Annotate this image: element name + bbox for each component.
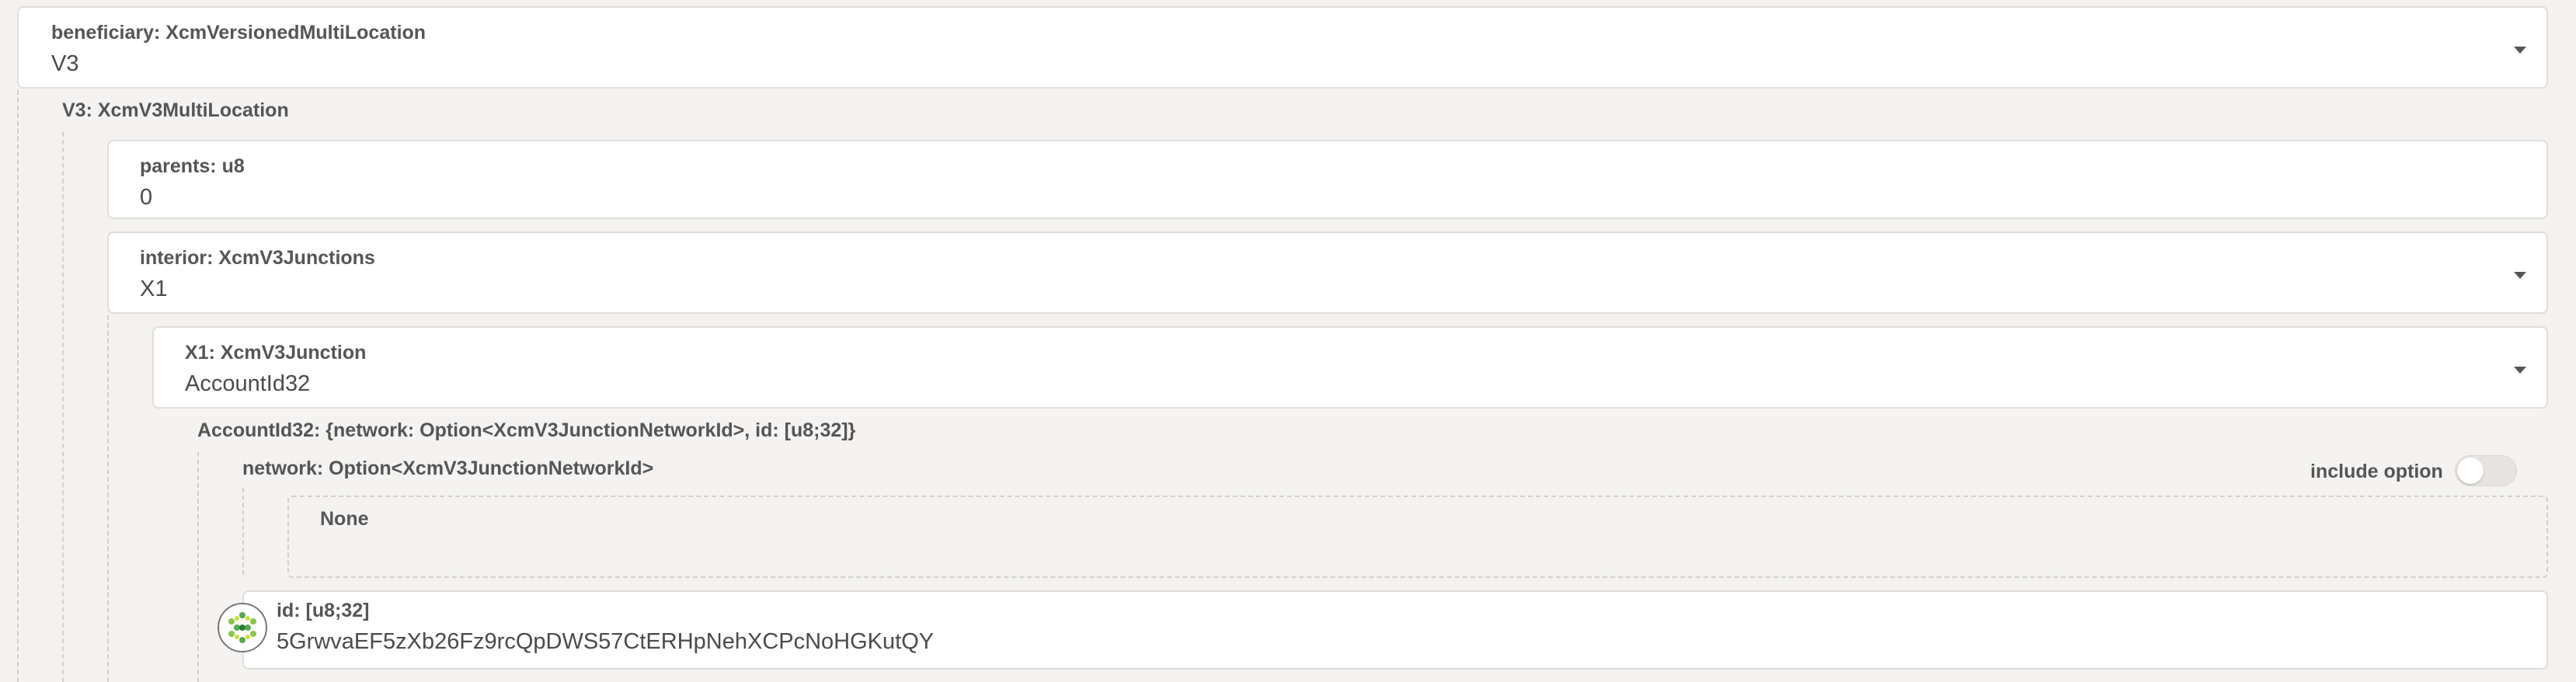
identicon-graphic (221, 606, 264, 649)
id-label: id: [u8;32] (277, 600, 370, 621)
chevron-down-icon[interactable] (2514, 272, 2526, 279)
id-field[interactable]: id: [u8;32] 5GrwvaEF5zXb26Fz9rcQpDWS57Ct… (242, 590, 2548, 670)
x1-value: AccountId32 (185, 371, 311, 396)
none-label: None (320, 508, 369, 530)
include-option-toggle[interactable] (2455, 455, 2517, 486)
beneficiary-dropdown[interactable]: beneficiary: XcmVersionedMultiLocation V… (17, 6, 2548, 89)
beneficiary-label: beneficiary: XcmVersionedMultiLocation (51, 22, 426, 43)
include-option-label: include option (2310, 461, 2443, 482)
network-label: network: Option<XcmV3JunctionNetworkId> (242, 458, 654, 479)
id-value: 5GrwvaEF5zXb26Fz9rcQpDWS57CtERHpNehXCPcN… (277, 629, 935, 654)
v3-group-label: V3: XcmV3MultiLocation (62, 99, 289, 121)
v3-guide-line (17, 90, 19, 682)
interior-dropdown[interactable]: interior: XcmV3Junctions X1 (107, 231, 2548, 314)
parents-field[interactable]: parents: u8 0 (107, 140, 2548, 219)
interior-guide-line (107, 315, 109, 682)
extrinsic-param-form: beneficiary: XcmVersionedMultiLocation V… (0, 0, 2576, 682)
accountid32-group-label: AccountId32: {network: Option<XcmV3Junct… (197, 419, 856, 441)
parents-value: 0 (140, 185, 153, 210)
x1-label: X1: XcmV3Junction (185, 342, 367, 364)
accountid32-guide-line (197, 452, 199, 682)
parents-label: parents: u8 (140, 155, 245, 177)
beneficiary-value: V3 (51, 51, 79, 76)
network-none-box: None (287, 496, 2548, 578)
chevron-down-icon[interactable] (2514, 47, 2526, 54)
network-guide-line (242, 488, 244, 575)
interior-value: X1 (140, 277, 168, 301)
x1-dropdown[interactable]: X1: XcmV3Junction AccountId32 (152, 326, 2548, 409)
chevron-down-icon[interactable] (2514, 367, 2526, 374)
interior-label: interior: XcmV3Junctions (140, 247, 375, 269)
v3-inner-guide-line (62, 132, 64, 682)
toggle-knob (2457, 458, 2484, 484)
identicon-icon[interactable] (218, 603, 267, 652)
